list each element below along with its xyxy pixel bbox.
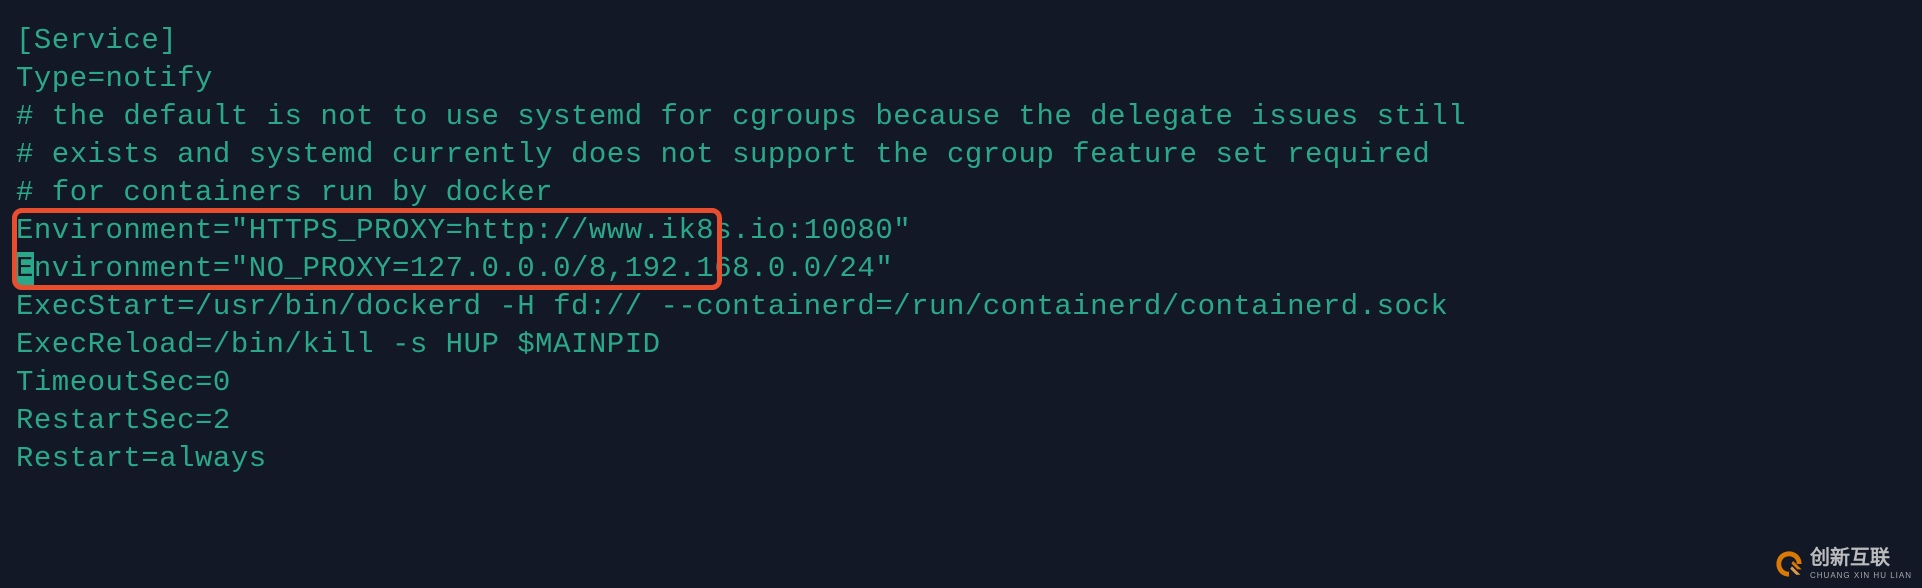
config-line: Environment="HTTPS_PROXY=http://www.ik8s… xyxy=(16,212,1906,250)
watermark-text-zh: 创新互联 xyxy=(1810,548,1890,568)
watermark-logo-icon xyxy=(1774,549,1804,579)
config-line: ExecReload=/bin/kill -s HUP $MAINPID xyxy=(16,326,1906,364)
config-line: Type=notify xyxy=(16,60,1906,98)
config-line: # exists and systemd currently does not … xyxy=(16,136,1906,174)
config-line: # for containers run by docker xyxy=(16,174,1906,212)
config-line: Restart=always xyxy=(16,440,1906,478)
terminal-cursor: E xyxy=(16,252,34,285)
config-line: [Service] xyxy=(16,22,1906,60)
config-line: # the default is not to use systemd for … xyxy=(16,98,1906,136)
watermark-text-en: CHUANG XIN HU LIAN xyxy=(1810,572,1912,580)
watermark: 创新互联 CHUANG XIN HU LIAN xyxy=(1774,548,1912,580)
config-line: TimeoutSec=0 xyxy=(16,364,1906,402)
config-line: RestartSec=2 xyxy=(16,402,1906,440)
config-line: ExecStart=/usr/bin/dockerd -H fd:// --co… xyxy=(16,288,1906,326)
terminal-output[interactable]: [Service]Type=notify# the default is not… xyxy=(0,0,1922,588)
config-line: Environment="NO_PROXY=127.0.0.0/8,192.16… xyxy=(16,250,1906,288)
